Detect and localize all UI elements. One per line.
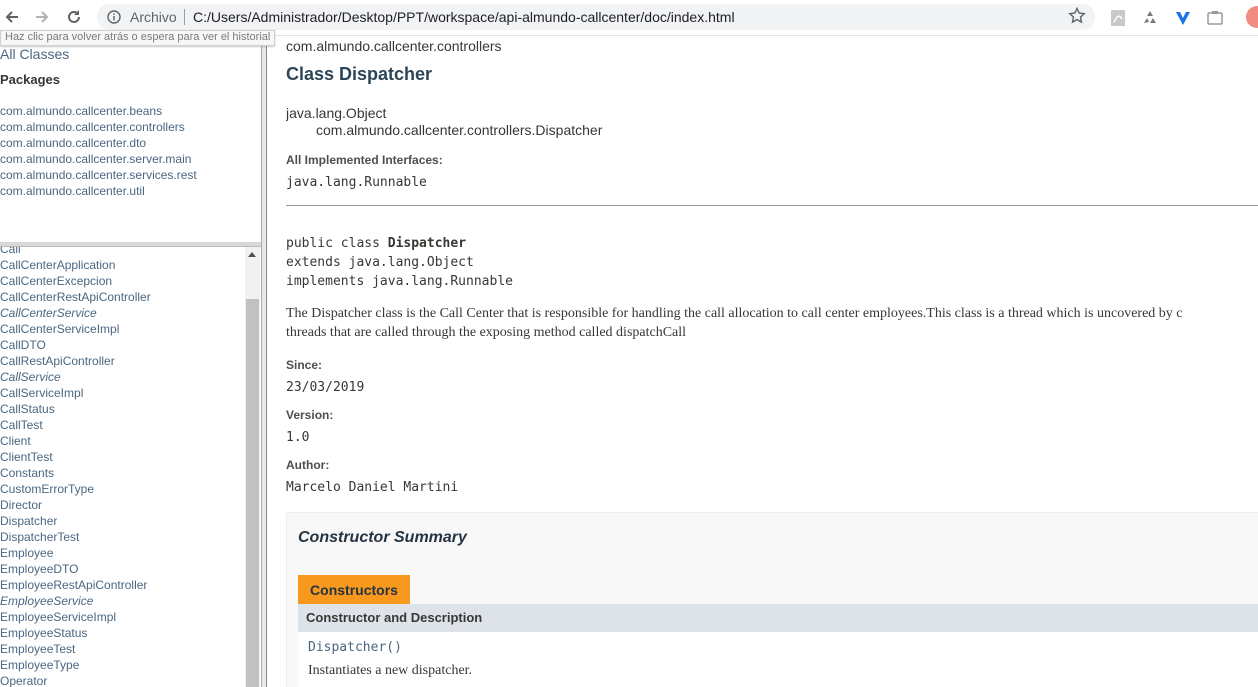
package-link[interactable]: com.almundo.callcenter.services.rest xyxy=(0,167,197,183)
constructor-description: Instantiates a new dispatcher. xyxy=(308,663,473,678)
info-icon[interactable] xyxy=(107,10,121,24)
class-link[interactable]: CallCenterService xyxy=(0,305,151,321)
scrollbar-thumb[interactable] xyxy=(246,299,259,687)
package-link[interactable]: com.almundo.callcenter.controllers xyxy=(0,119,197,135)
class-link[interactable]: CallCenterRestApiController xyxy=(0,289,151,305)
class-link[interactable]: Operator xyxy=(0,673,151,687)
since-label: Since: xyxy=(286,358,323,372)
signature-prefix: public class xyxy=(286,236,388,251)
class-link[interactable]: CallStatus xyxy=(0,401,151,417)
interfaces-label: All Implemented Interfaces: xyxy=(286,153,443,167)
version-value: 1.0 xyxy=(286,430,310,445)
class-link[interactable]: EmployeeStatus xyxy=(0,625,151,641)
class-link[interactable]: CallDTO xyxy=(0,337,151,353)
class-link[interactable]: CallCenterExcepcion xyxy=(0,273,151,289)
class-link[interactable]: EmployeeDTO xyxy=(0,561,151,577)
signature-extends: extends java.lang.Object xyxy=(286,255,474,270)
forward-button[interactable] xyxy=(30,5,54,29)
class-link[interactable]: Dispatcher xyxy=(0,513,151,529)
class-list: Call CallCenterApplication CallCenterExcep… xyxy=(0,247,151,687)
recycle-extension-icon[interactable] xyxy=(1140,8,1160,28)
constructor-params: () xyxy=(386,640,402,655)
url-scheme-label: Archivo xyxy=(130,9,177,25)
package-link[interactable]: com.almundo.callcenter.dto xyxy=(0,135,197,151)
interfaces-value: java.lang.Runnable xyxy=(286,175,427,190)
url-separator xyxy=(184,9,185,25)
page-title: Class Dispatcher xyxy=(286,64,433,84)
signature-class-name: Dispatcher xyxy=(387,236,467,251)
constructor-signature: Dispatcher() xyxy=(308,640,402,655)
inheritance-class: com.almundo.callcenter.controllers.Dispa… xyxy=(316,122,603,138)
class-link[interactable]: CallCenterApplication xyxy=(0,257,151,273)
address-bar[interactable]: Archivo C:/Users/Administrador/Desktop/P… xyxy=(97,4,1095,30)
v-extension-icon[interactable] xyxy=(1173,8,1193,28)
class-link[interactable]: CallServiceImpl xyxy=(0,385,151,401)
profile-avatar[interactable] xyxy=(1246,6,1258,28)
author-value: Marcelo Daniel Martini xyxy=(286,480,459,495)
constructor-link[interactable]: Dispatcher xyxy=(308,640,386,655)
package-list: com.almundo.callcenter.beans com.almundo… xyxy=(0,103,197,199)
description-line: The Dispatcher class is the Call Center … xyxy=(286,306,1183,321)
since-value: 23/03/2019 xyxy=(286,380,365,395)
reload-icon xyxy=(68,10,80,23)
class-link[interactable]: EmployeeServiceImpl xyxy=(0,609,151,625)
class-link[interactable]: Client xyxy=(0,433,151,449)
class-link[interactable]: CallRestApiController xyxy=(0,353,151,369)
box-extension-icon[interactable] xyxy=(1205,8,1225,28)
class-link[interactable]: DispatcherTest xyxy=(0,529,151,545)
package-link[interactable]: com.almundo.callcenter.util xyxy=(0,183,197,199)
signature-implements: implements java.lang.Runnable xyxy=(286,274,513,289)
frame-divider-vertical[interactable] xyxy=(261,36,267,687)
package-label: com.almundo.callcenter.controllers xyxy=(286,38,502,54)
class-link[interactable]: EmployeeType xyxy=(0,657,151,673)
author-label: Author: xyxy=(286,458,330,472)
packages-frame: All Classes Packages com.almundo.callcen… xyxy=(0,36,260,242)
back-button[interactable] xyxy=(0,5,24,29)
class-description: The Dispatcher class is the Call Center … xyxy=(286,304,1258,342)
table-row: Dispatcher() Instantiates a new dispatch… xyxy=(298,632,1258,687)
reload-button[interactable] xyxy=(62,5,86,29)
class-link[interactable]: CallTest xyxy=(0,417,151,433)
constructor-summary-title: Constructor Summary xyxy=(298,529,467,546)
back-button-tooltip: Haz clic para volver atrás o espera para… xyxy=(0,30,276,46)
url-text[interactable]: C:/Users/Administrador/Desktop/PPT/works… xyxy=(193,9,735,25)
tab-constructors[interactable]: Constructors xyxy=(298,575,410,604)
package-link[interactable]: com.almundo.callcenter.server.main xyxy=(0,151,197,167)
constructor-summary: Constructor Summary Constructors Constru… xyxy=(286,512,1258,687)
constructor-table: Constructor and Description Dispatcher()… xyxy=(298,604,1258,687)
class-link[interactable]: CallService xyxy=(0,369,151,385)
all-classes-link[interactable]: All Classes xyxy=(0,46,69,62)
class-content-frame: com.almundo.callcenter.controllers Class… xyxy=(286,36,1258,687)
package-link[interactable]: com.almundo.callcenter.beans xyxy=(0,103,197,119)
class-link[interactable]: CustomErrorType xyxy=(0,481,151,497)
class-link[interactable]: EmployeeTest xyxy=(0,641,151,657)
arrow-right-icon xyxy=(36,11,49,23)
class-link[interactable]: CallCenterServiceImpl xyxy=(0,321,151,337)
pdf-extension-icon[interactable] xyxy=(1108,8,1128,28)
packages-heading: Packages xyxy=(0,72,60,87)
class-link[interactable]: Director xyxy=(0,497,151,513)
version-label: Version: xyxy=(286,408,334,422)
class-link[interactable]: Constants xyxy=(0,465,151,481)
classes-frame: Call CallCenterApplication CallCenterExcep… xyxy=(0,247,245,687)
arrow-left-icon xyxy=(5,11,18,23)
table-header: Constructor and Description xyxy=(298,604,1258,632)
divider xyxy=(286,205,1258,206)
class-signature: public class Dispatcher extends java.lan… xyxy=(286,234,513,291)
class-link[interactable]: ClientTest xyxy=(0,449,151,465)
scroll-up-arrow-icon[interactable] xyxy=(248,252,256,257)
classes-scrollbar[interactable] xyxy=(245,247,260,687)
class-link[interactable]: Employee xyxy=(0,545,151,561)
class-link[interactable]: EmployeeService xyxy=(0,593,151,609)
bookmark-star-icon[interactable] xyxy=(1068,7,1086,25)
class-link[interactable]: EmployeeRestApiController xyxy=(0,577,151,593)
class-link[interactable]: Call xyxy=(0,247,151,257)
inheritance-root: java.lang.Object xyxy=(286,105,387,121)
description-line: threads that are called through the expo… xyxy=(286,325,687,340)
